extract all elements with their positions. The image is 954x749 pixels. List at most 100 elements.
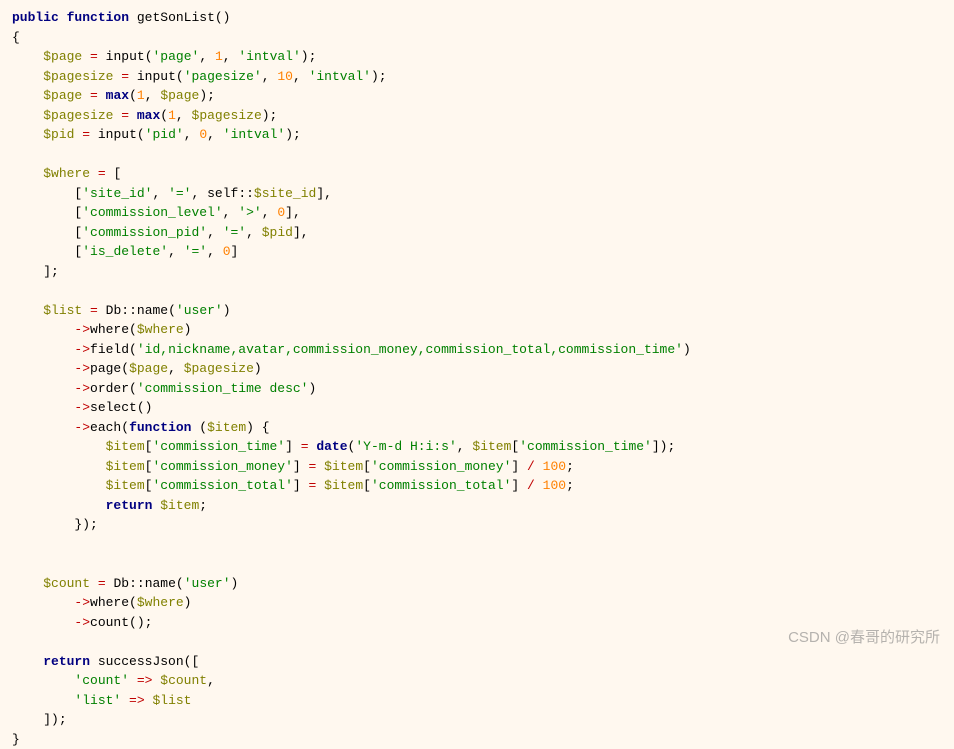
semicolon: ; — [566, 459, 574, 474]
fn-count: count — [90, 615, 129, 630]
string: 'intval' — [238, 49, 300, 64]
paren: ) — [254, 361, 262, 376]
var-pagesize: $pagesize — [43, 108, 113, 123]
fn-input: input — [137, 69, 176, 84]
string: '=' — [223, 225, 246, 240]
arrow-op: -> — [74, 361, 90, 376]
op-assign: = — [121, 108, 129, 123]
comma: , — [207, 127, 215, 142]
paren: ); — [285, 127, 301, 142]
comma: , — [262, 205, 270, 220]
brace-close: }); — [74, 517, 97, 532]
paren: ( — [145, 49, 153, 64]
comma: , — [262, 69, 270, 84]
var: $item — [207, 420, 246, 435]
var: $item — [472, 439, 511, 454]
string: 'site_id' — [82, 186, 152, 201]
fn-max: max — [137, 108, 160, 123]
paren: ); — [262, 108, 278, 123]
class-db: Db — [113, 576, 129, 591]
scope: self:: — [207, 186, 254, 201]
comma: , — [223, 205, 231, 220]
bracket: ] — [231, 244, 239, 259]
var-pagesize: $pagesize — [43, 69, 113, 84]
op-assign: = — [90, 49, 98, 64]
comma: , — [223, 49, 231, 64]
var: $page — [160, 88, 199, 103]
arrow-op: -> — [74, 381, 90, 396]
comma: , — [246, 225, 254, 240]
scope: :: — [129, 576, 145, 591]
bracket: [ — [113, 166, 121, 181]
var: $item — [324, 459, 363, 474]
brace: { — [12, 30, 20, 45]
paren: ( — [129, 595, 137, 610]
arrow-op: -> — [74, 342, 90, 357]
paren: (); — [129, 615, 152, 630]
var: $pid — [262, 225, 293, 240]
op-assign: = — [90, 303, 98, 318]
keyword-return: return — [43, 654, 90, 669]
paren: ( — [129, 88, 137, 103]
fn-field: field — [90, 342, 129, 357]
paren: ) — [231, 576, 239, 591]
arrow-assoc: => — [129, 693, 145, 708]
keyword-function: function — [129, 420, 191, 435]
string: 'pid' — [145, 127, 184, 142]
comma: , — [457, 439, 465, 454]
comma: , — [293, 69, 301, 84]
var: $pagesize — [184, 361, 254, 376]
comma: , — [152, 186, 160, 201]
paren: ( — [168, 303, 176, 318]
keyword-function: function — [67, 10, 129, 25]
string: '=' — [168, 186, 191, 201]
paren: ( — [129, 381, 137, 396]
prop: $site_id — [254, 186, 316, 201]
fn-each: each — [90, 420, 121, 435]
arrow-assoc: => — [137, 673, 153, 688]
bracket: ] — [293, 478, 301, 493]
fn-successjson: successJson — [98, 654, 184, 669]
number: 0 — [199, 127, 207, 142]
arrow-op: -> — [74, 400, 90, 415]
comma: , — [184, 127, 192, 142]
op-div: / — [527, 478, 535, 493]
fn-max: max — [106, 88, 129, 103]
string: 'commission_money' — [371, 459, 511, 474]
paren: ); — [301, 49, 317, 64]
paren: ) — [309, 381, 317, 396]
fn-name: name — [145, 576, 176, 591]
fn-where: where — [90, 322, 129, 337]
arrow-op: -> — [74, 322, 90, 337]
string: 'Y-m-d H:i:s' — [355, 439, 456, 454]
string: 'commission_time' — [152, 439, 285, 454]
bracket: [ — [363, 459, 371, 474]
string: 'user' — [184, 576, 231, 591]
op-assign: = — [309, 478, 317, 493]
string: 'page' — [153, 49, 200, 64]
var: $pagesize — [192, 108, 262, 123]
function-name: getSonList — [137, 10, 215, 25]
arrow-op: -> — [74, 595, 90, 610]
op-assign: = — [121, 69, 129, 84]
fn-where: where — [90, 595, 129, 610]
paren: ) — [683, 342, 691, 357]
op-assign: = — [82, 127, 90, 142]
bracket: ]); — [652, 439, 675, 454]
bracket: ], — [316, 186, 332, 201]
bracket: ]; — [43, 264, 59, 279]
bracket: ] — [285, 439, 293, 454]
comma: , — [191, 186, 199, 201]
var: $item — [160, 498, 199, 513]
semicolon: ; — [566, 478, 574, 493]
paren: ( — [137, 127, 145, 142]
op-assign: = — [90, 88, 98, 103]
paren: ( — [176, 69, 184, 84]
comma: , — [145, 88, 153, 103]
keyword-public: public — [12, 10, 59, 25]
number: 1 — [215, 49, 223, 64]
scope: :: — [121, 303, 137, 318]
bracket: ]); — [43, 712, 66, 727]
parens: () — [215, 10, 231, 25]
string: '=' — [184, 244, 207, 259]
